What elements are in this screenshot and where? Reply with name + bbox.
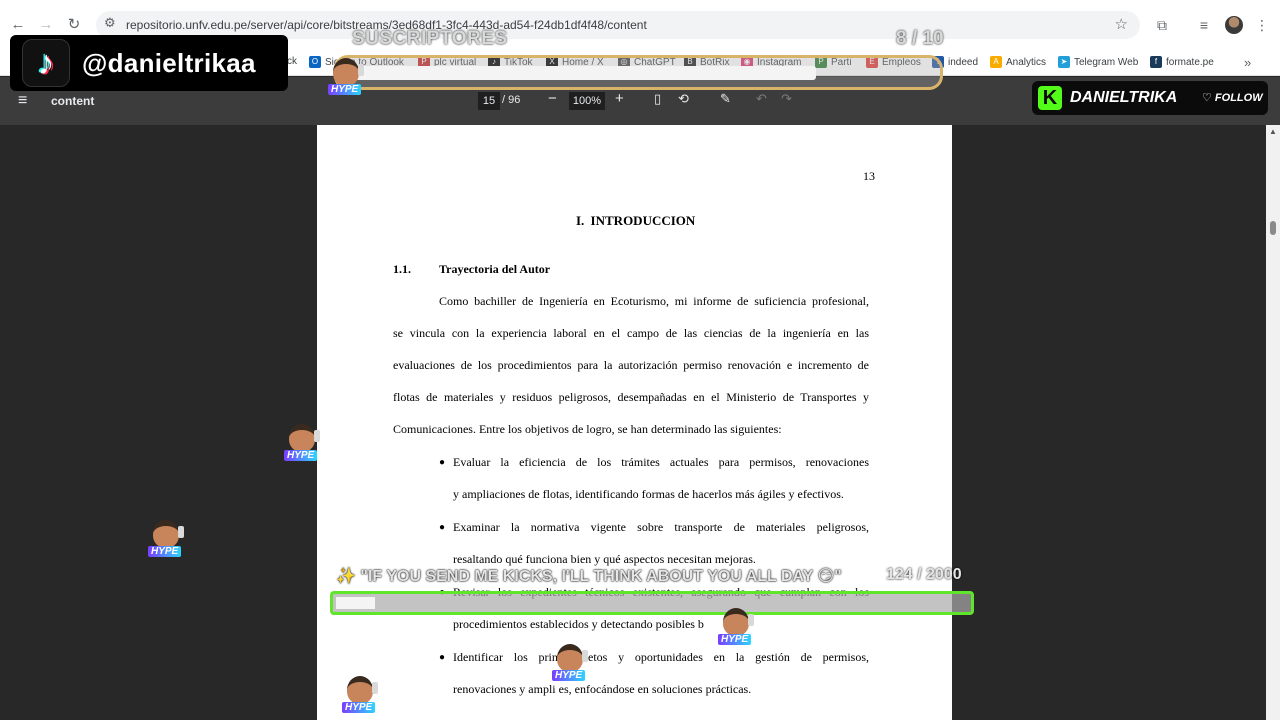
zoom-level[interactable]: 100% [569, 92, 605, 110]
paragraph-line: evaluaciones de los procedimientos para … [393, 358, 869, 372]
redo-icon[interactable]: ↷ [781, 91, 792, 107]
headphone-icon [372, 682, 378, 694]
subs-goal-fill [343, 66, 816, 80]
kicks-goal-bar [330, 591, 974, 615]
emote-face [557, 644, 583, 672]
bookmark-formate[interactable]: f formate.pe [1150, 56, 1214, 68]
hype-tag: HYPE [552, 670, 586, 681]
zoom-out-icon[interactable]: − [548, 90, 557, 107]
hype-tag: HYPE [342, 702, 376, 713]
subs-goal-count: 8 / 10 [896, 28, 944, 49]
hype-tag: HYPE [284, 450, 318, 461]
kick-follow-overlay: K DANIELTRIKA ♡ FOLLOW [1032, 81, 1268, 115]
profile-avatar[interactable] [1225, 16, 1243, 34]
subs-goal-label: SUSCRIPTORES [352, 28, 508, 49]
hamburger-menu-icon[interactable]: ≡ [18, 92, 27, 110]
emote-face [333, 58, 359, 86]
rotate-icon[interactable]: ⟲ [678, 91, 689, 107]
telegram-icon: ➤ [1058, 56, 1070, 68]
list-item-line: y ampliaciones de flotas, identificando … [453, 487, 844, 501]
list-item-line: resaltando qué funciona bien y qué aspec… [453, 552, 756, 566]
kick-channel-name: DANIELTRIKA [1070, 89, 1178, 106]
kick-logo-icon: K [1038, 86, 1062, 110]
page-number-input[interactable]: 15 [478, 92, 500, 110]
bullet-dot: ● [439, 652, 446, 663]
hype-tag: HYPE [148, 546, 182, 557]
list-item-line: renovaciones y ampli es, enfocándose en … [453, 682, 752, 696]
kicks-goal-count: 124 / 2000 [886, 566, 962, 583]
list-item-line: Evaluar la eficiencia de los trámites ac… [453, 455, 869, 469]
hype-emote: HYPE [550, 644, 590, 686]
site-info-icon[interactable]: ⚙ [104, 15, 116, 31]
zoom-in-icon[interactable]: + [615, 90, 624, 107]
media-controls-icon[interactable]: ≡ [1194, 15, 1214, 35]
hype-emote: HYPE [716, 608, 756, 650]
annotate-icon[interactable]: ✎ [720, 91, 731, 107]
bookmarks-overflow-icon[interactable]: » [1244, 55, 1251, 70]
bookmark-telegram[interactable]: ➤ Telegram Web [1058, 56, 1138, 68]
scroll-up-icon[interactable]: ▲ [1269, 127, 1277, 136]
emote-face [289, 424, 315, 452]
hype-emote: HYPE [326, 58, 366, 100]
section-number: 1.1. [393, 262, 411, 276]
tiktok-overlay: ♪ @danieltrikaa [10, 35, 288, 91]
back-icon[interactable]: ← [7, 14, 29, 36]
bookmark-item[interactable]: ck [287, 56, 297, 67]
emote-face [347, 676, 373, 704]
formate-icon: f [1150, 56, 1162, 68]
hype-tag: HYPE [328, 84, 362, 95]
list-item-line: Identificar los prin s retos y oportunid… [453, 650, 869, 664]
page-number: 13 [863, 169, 875, 183]
bullet-dot: ● [439, 457, 446, 468]
kick-follow-text: FOLLOW [1214, 92, 1263, 104]
fit-page-icon[interactable]: ▯ [654, 91, 661, 107]
tiktok-logo-icon: ♪ [22, 39, 70, 87]
reload-icon[interactable]: ↻ [63, 14, 85, 36]
hype-emote: HYPE [146, 520, 186, 562]
paragraph-line: Como bachiller de Ingeniería en Ecoturis… [439, 294, 869, 308]
tiktok-handle: @danieltrikaa [82, 48, 256, 78]
bookmark-star-icon[interactable]: ☆ [1115, 15, 1128, 33]
menu-kebab-icon[interactable]: ⋮ [1252, 15, 1272, 35]
analytics-icon: A [990, 56, 1002, 68]
undo-icon[interactable]: ↶ [756, 91, 767, 107]
chapter-heading: I. INTRODUCCION [576, 213, 696, 228]
hype-emote: HYPE [282, 424, 322, 466]
emote-face [723, 608, 749, 636]
emote-face [153, 520, 179, 548]
list-item-line: procedimientos establecidos y detectando… [453, 617, 704, 631]
kicks-goal-message: ✨ "IF YOU SEND ME KICKS, I'LL THINK ABOU… [336, 568, 842, 585]
kick-follow-label: ♡ FOLLOW [1202, 92, 1263, 104]
pdf-title: content [51, 94, 95, 108]
paragraph-line: Comunicaciones. Entre los objetivos de l… [393, 422, 782, 436]
outlook-icon: O [309, 56, 321, 68]
subs-goal-bar [334, 55, 943, 90]
list-item-line: Examinar la normativa vigente sobre tran… [453, 520, 869, 534]
kicks-goal-fill [336, 597, 375, 609]
bookmark-analytics[interactable]: A Analytics [990, 56, 1046, 68]
paragraph-line: flotas de materiales y residuos peligros… [393, 390, 869, 404]
headphone-icon [582, 650, 588, 662]
headphone-icon [314, 430, 320, 442]
headphone-icon [748, 614, 754, 626]
pdf-page: 13 I. INTRODUCCION 1.1. Trayectoria del … [317, 125, 952, 720]
bullet-dot: ● [439, 522, 446, 533]
scrollbar-thumb[interactable] [1270, 221, 1276, 235]
paragraph-line: se vincula con la experiencia laboral en… [393, 326, 869, 340]
headphone-icon [178, 526, 184, 538]
section-title: Trayectoria del Autor [439, 262, 551, 276]
hype-tag: HYPE [718, 634, 752, 645]
extensions-icon[interactable]: ⧉ [1152, 15, 1172, 35]
vertical-scrollbar[interactable]: ▲ [1266, 125, 1280, 720]
hype-emote: HYPE [340, 676, 380, 718]
page-total: / 96 [502, 94, 521, 106]
forward-icon[interactable]: → [35, 14, 57, 36]
headphone-icon [358, 64, 364, 76]
